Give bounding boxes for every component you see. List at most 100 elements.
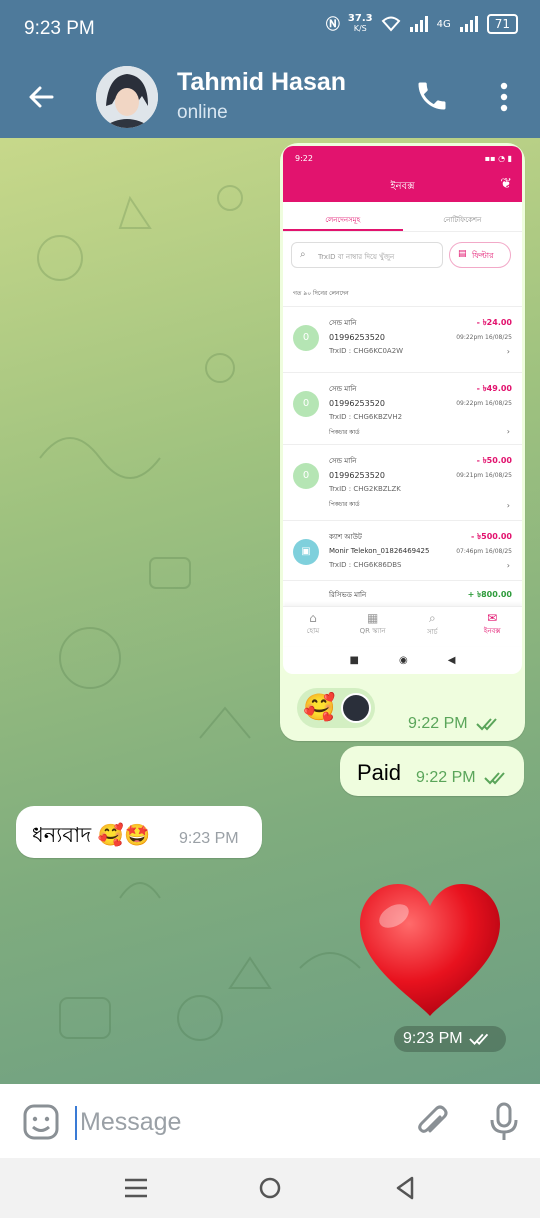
shot-filter: ▤ ফিল্টার <box>449 242 511 268</box>
txn-time: 09:21pm 16/08/25 <box>456 472 512 479</box>
txn-amount: - ৳50.00 <box>476 456 512 465</box>
txn-card: পিকচার কার্ড <box>329 429 360 436</box>
home-icon: ⌂ <box>309 611 317 625</box>
qr-icon: ▦ <box>366 611 379 625</box>
double-check-icon <box>468 1033 488 1045</box>
txn-number: 01996253520 <box>329 471 385 480</box>
shot-nav-home: ⌂ হোম <box>283 607 343 646</box>
screenshot-message-meta: 9:22 PM <box>408 715 502 733</box>
network-type: 4G <box>436 18 451 30</box>
txn-card: পিকচার কার্ড <box>329 501 360 508</box>
shot-bottom-nav: ⌂ হোম ▦ QR স্ক্যান ⌕ সার্চ ✉ ইনবক্স <box>283 606 522 646</box>
double-check-icon <box>483 772 505 785</box>
nav-label: সার্চ <box>427 628 438 636</box>
back-triangle-icon: ◀ <box>447 654 456 666</box>
txn-icon: 0 <box>293 325 319 351</box>
nav-label: ইনবক্স <box>483 627 501 635</box>
txn-number: Monir Telekon_01826469425 <box>329 547 430 555</box>
nav-label: QR স্ক্যান <box>359 627 386 635</box>
smiling-hearts-emoji-icon: 🥰 <box>303 692 336 722</box>
heart-message-meta: 9:23 PM <box>394 1026 506 1052</box>
more-options-icon[interactable] <box>492 80 516 114</box>
shot-header: ইনবক্স ❦ <box>283 170 522 202</box>
txn-time: 09:22pm 16/08/25 <box>456 400 512 407</box>
home-circle-icon[interactable] <box>255 1174 285 1202</box>
avatar[interactable] <box>96 66 158 128</box>
message-time: 9:23 PM <box>179 830 239 847</box>
phone-icon[interactable] <box>414 78 450 114</box>
message-text: ধন্যবাদ 🥰🤩 <box>32 823 151 847</box>
heart-sticker-icon[interactable] <box>356 882 504 1020</box>
txn-id: TrxID : CHG6K86DBS <box>329 561 402 569</box>
recent-apps-icon[interactable] <box>121 1174 151 1202</box>
shot-txn-row: 0 সেন্ড মানি 01996253520 TrxID : CHG2KBZ… <box>283 444 522 520</box>
txn-amount: - ৳500.00 <box>471 532 512 541</box>
message-text: Paid <box>357 760 402 785</box>
shot-nav-qr: ▦ QR স্ক্যান <box>343 607 403 646</box>
microphone-icon[interactable] <box>488 1102 520 1142</box>
shot-title: ইনবক্স <box>390 181 415 192</box>
shot-tab-transactions: লেনদেনসমূহ <box>283 202 403 231</box>
wifi-icon <box>381 16 401 32</box>
shot-tab-notifications: নোটিফিকেশন <box>443 216 482 224</box>
message-time: 9:22 PM <box>416 769 476 786</box>
filter-icon: ▤ <box>458 249 467 259</box>
sticker-emoji-icon[interactable] <box>22 1103 60 1141</box>
txn-time: 09:22pm 16/08/25 <box>456 334 512 341</box>
shot-txn-row: 0 সেন্ড মানি 01996253520 TrxID : CHG6KBZ… <box>283 372 522 444</box>
back-arrow-icon[interactable] <box>24 80 58 114</box>
reactor-avatar <box>341 693 371 723</box>
nfc-icon: Ⓝ <box>325 17 340 33</box>
signal-icon-2 <box>459 16 478 32</box>
shot-txn-row: ▣ ক্যাশ আউট Monir Telekon_01826469425 Tr… <box>283 520 522 580</box>
paid-message-meta: 9:22 PM <box>416 769 510 787</box>
message-input[interactable]: Message <box>80 1108 181 1137</box>
txn-amount: + ৳800.00 <box>467 590 512 599</box>
shot-filter-label: ফিল্টার <box>472 251 494 260</box>
contact-name[interactable]: Tahmid Hasan <box>177 68 346 97</box>
text-cursor <box>75 1106 77 1140</box>
reaction-chip[interactable]: 🥰 <box>297 688 375 728</box>
chat-header: Tahmid Hasan online <box>0 56 540 138</box>
txn-time: 07:46pm 16/08/25 <box>456 548 512 555</box>
shot-txn-row: রিসিভড মানি + ৳800.00 <box>283 580 522 606</box>
chevron-right-icon: › <box>506 347 510 356</box>
back-triangle-icon[interactable] <box>390 1174 420 1202</box>
shot-system-nav: ■ ◉ ◀ <box>283 646 522 674</box>
txn-type: ক্যাশ আউট <box>329 533 362 541</box>
txn-id: TrxID : CHG6KBZVH2 <box>329 413 403 421</box>
home-circle-icon: ◉ <box>399 654 408 666</box>
message-time: 9:23 PM <box>403 1030 463 1047</box>
double-check-icon <box>475 718 497 731</box>
chevron-right-icon: › <box>506 427 510 436</box>
search-icon: ⌕ <box>300 249 306 260</box>
shot-search: ⌕ TrxID বা নাম্বার দিয়ে খুঁজুন <box>291 242 443 268</box>
chevron-right-icon: › <box>506 561 510 570</box>
battery-icon: 71 <box>486 14 518 34</box>
contact-status: online <box>177 102 228 123</box>
txn-type: রিসিভড মানি <box>329 591 367 599</box>
system-nav-bar <box>0 1158 540 1218</box>
shot-status-bar: 9:22 ▪▪ ◔ ▮ <box>283 146 522 170</box>
chevron-right-icon: › <box>506 501 510 510</box>
status-time: 9:23 PM <box>24 18 95 39</box>
shot-section-label: গত ৯০ দিনের লেনদেন <box>293 290 349 297</box>
txn-number: 01996253520 <box>329 333 385 342</box>
shot-nav-search: ⌕ সার্চ <box>403 607 463 646</box>
nav-label: হোম <box>306 627 320 635</box>
txn-amount: - ৳24.00 <box>476 318 512 327</box>
message-time: 9:22 PM <box>408 715 468 732</box>
txn-icon: 0 <box>293 463 319 489</box>
message-incoming-bubble[interactable]: ধন্যবাদ 🥰🤩 9:23 PM <box>16 806 262 858</box>
bird-logo-icon: ❦ <box>500 176 512 192</box>
shot-search-placeholder: TrxID বা নাম্বার দিয়ে খুঁজুন <box>318 253 395 261</box>
embedded-screenshot[interactable]: 9:22 ▪▪ ◔ ▮ ইনবক্স ❦ লেনদেনসমূহ নোটিফিকে… <box>283 146 522 674</box>
status-bar: 9:23 PM Ⓝ 37.3 K/S 4G 71 <box>0 0 540 56</box>
shot-time: 9:22 <box>295 154 313 163</box>
shot-status-icons: ▪▪ ◔ ▮ <box>484 154 512 163</box>
shot-nav-inbox: ✉ ইনবক্স <box>462 607 522 646</box>
txn-id: TrxID : CHG2KBZLZK <box>329 485 401 493</box>
txn-amount: - ৳49.00 <box>476 384 512 393</box>
paperclip-icon[interactable] <box>414 1103 450 1141</box>
search-icon: ⌕ <box>429 611 436 625</box>
